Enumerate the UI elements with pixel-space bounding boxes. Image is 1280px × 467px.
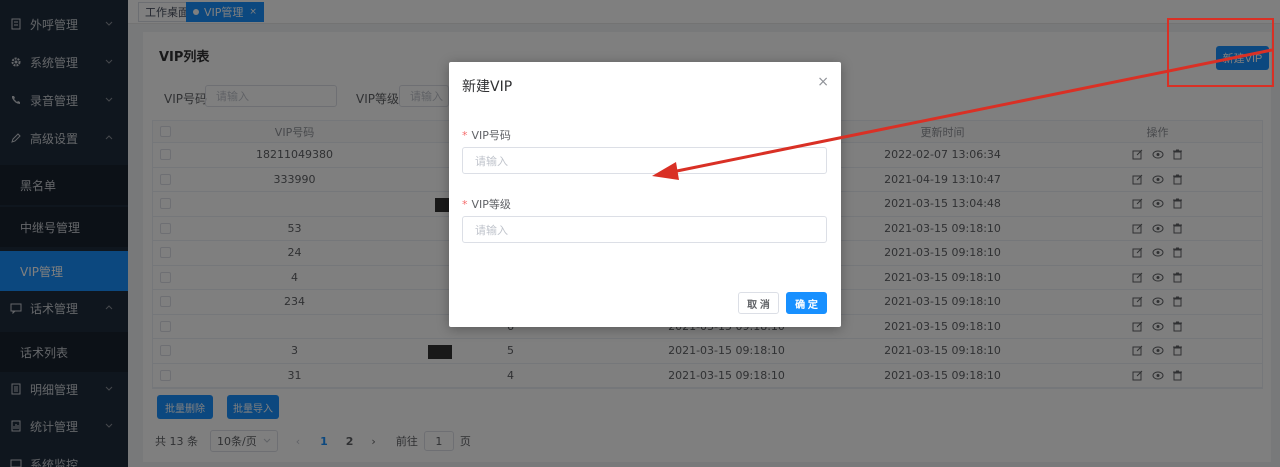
annotation-arrow bbox=[652, 48, 1273, 180]
